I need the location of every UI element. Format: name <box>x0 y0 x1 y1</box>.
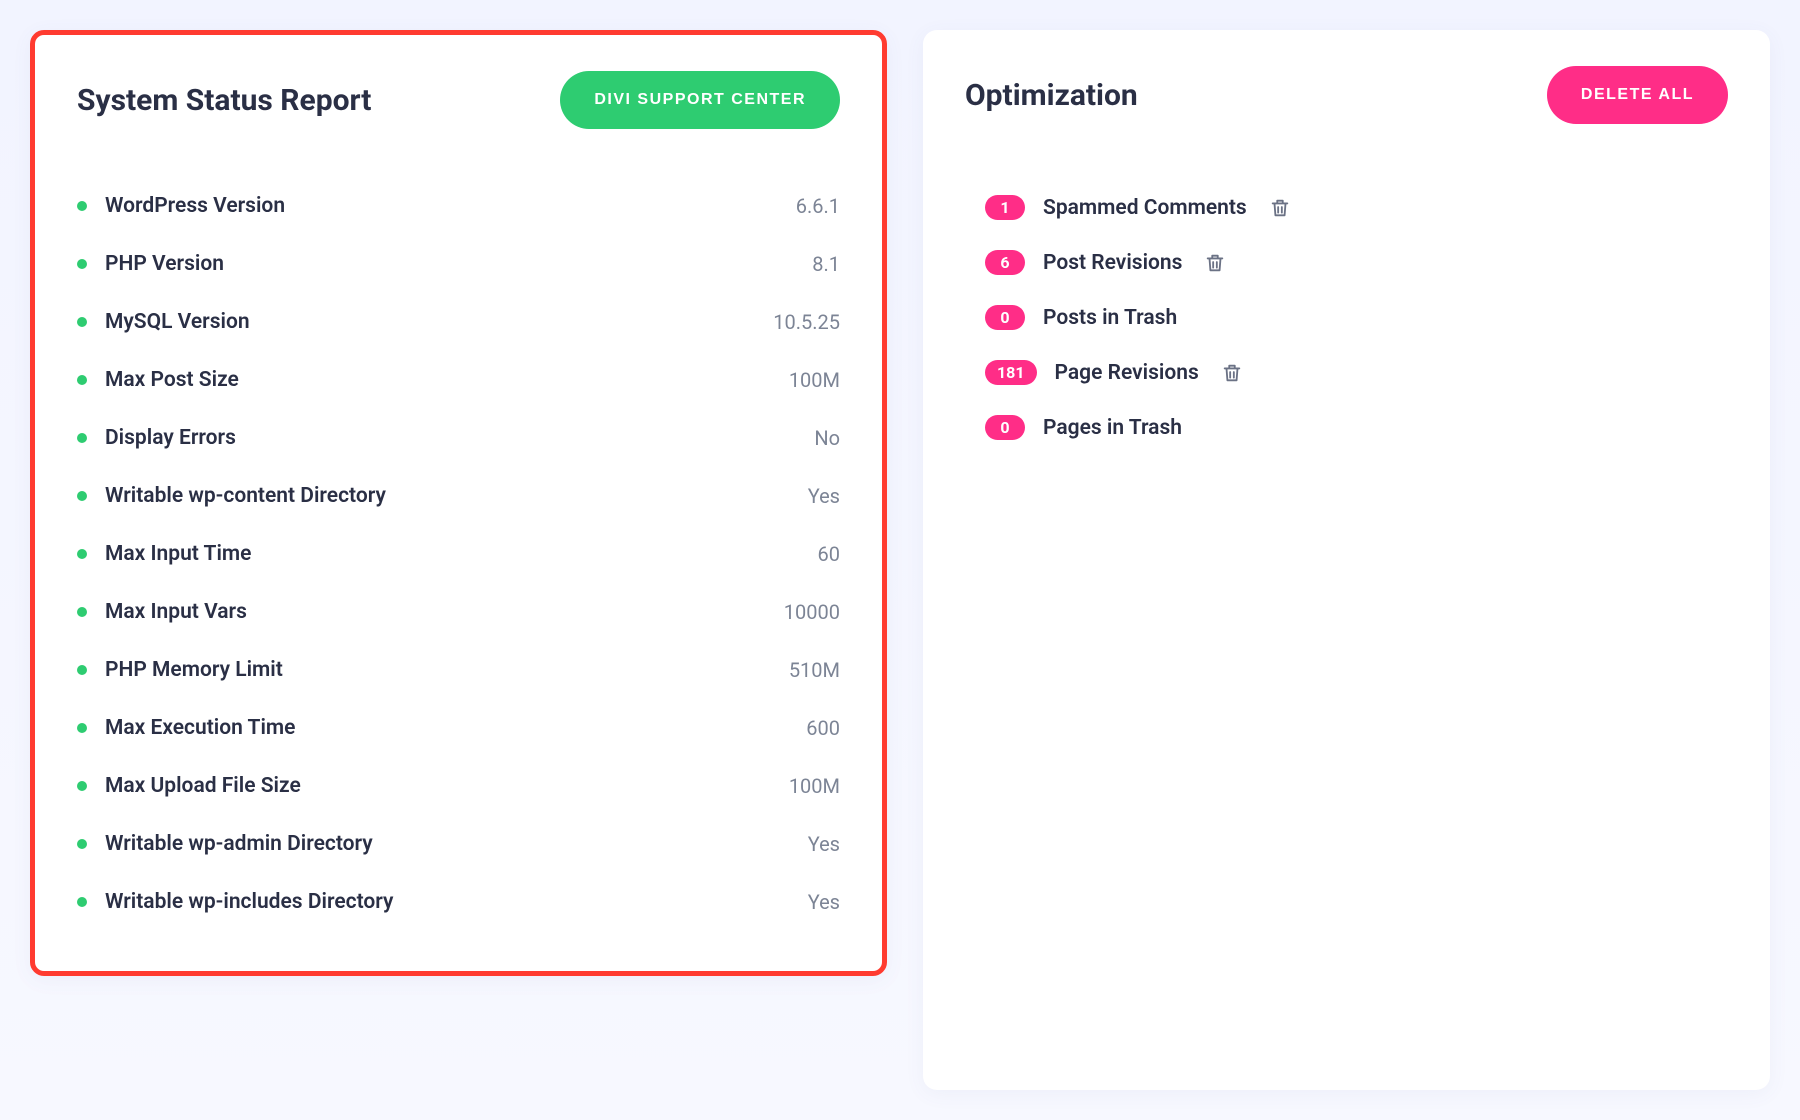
system-status-list: WordPress Version 6.6.1 PHP Version 8.1 … <box>77 177 840 931</box>
status-row: Writable wp-includes Directory Yes <box>77 873 840 931</box>
status-row: Max Post Size 100M <box>77 351 840 409</box>
status-dot-icon <box>77 665 87 675</box>
status-dot-icon <box>77 317 87 327</box>
status-label: Display Errors <box>105 426 236 450</box>
trash-icon[interactable] <box>1221 362 1243 384</box>
status-label: Writable wp-includes Directory <box>105 890 393 914</box>
optimization-row: 0 Posts in Trash <box>965 290 1728 345</box>
optimization-card: Optimization DELETE ALL 1 Spammed Commen… <box>923 30 1770 1090</box>
status-label: Max Post Size <box>105 368 239 392</box>
optimization-title: Optimization <box>965 78 1138 113</box>
status-row: Writable wp-admin Directory Yes <box>77 815 840 873</box>
status-dot-icon <box>77 607 87 617</box>
optimization-label: Pages in Trash <box>1043 416 1182 440</box>
status-row: Max Execution Time 600 <box>77 699 840 757</box>
status-dot-icon <box>77 259 87 269</box>
system-status-title: System Status Report <box>77 83 371 118</box>
status-row: WordPress Version 6.6.1 <box>77 177 840 235</box>
status-value: 60 <box>818 542 840 566</box>
status-dot-icon <box>77 781 87 791</box>
trash-icon[interactable] <box>1269 197 1291 219</box>
status-row: PHP Version 8.1 <box>77 235 840 293</box>
status-label: Max Input Time <box>105 542 251 566</box>
status-value: 10.5.25 <box>773 310 840 334</box>
status-dot-icon <box>77 201 87 211</box>
optimization-label: Post Revisions <box>1043 251 1182 275</box>
status-row: MySQL Version 10.5.25 <box>77 293 840 351</box>
status-value: 100M <box>789 368 840 392</box>
status-dot-icon <box>77 723 87 733</box>
status-row: PHP Memory Limit 510M <box>77 641 840 699</box>
status-value: Yes <box>808 890 840 914</box>
optimization-list: 1 Spammed Comments 6 Post Revisions 0 Po… <box>965 172 1728 455</box>
status-value: Yes <box>808 484 840 508</box>
trash-icon[interactable] <box>1204 252 1226 274</box>
optimization-label: Posts in Trash <box>1043 306 1177 330</box>
optimization-row: 6 Post Revisions <box>965 235 1728 290</box>
status-value: 100M <box>789 774 840 798</box>
delete-all-button[interactable]: DELETE ALL <box>1547 66 1728 124</box>
count-badge: 0 <box>985 415 1025 440</box>
status-label: Max Execution Time <box>105 716 295 740</box>
status-dot-icon <box>77 897 87 907</box>
status-row: Writable wp-content Directory Yes <box>77 467 840 525</box>
status-label: PHP Memory Limit <box>105 658 283 682</box>
status-dot-icon <box>77 491 87 501</box>
status-value: Yes <box>808 832 840 856</box>
status-label: Writable wp-admin Directory <box>105 832 373 856</box>
optimization-row: 181 Page Revisions <box>965 345 1728 400</box>
status-label: Max Upload File Size <box>105 774 301 798</box>
status-row: Max Input Time 60 <box>77 525 840 583</box>
count-badge: 6 <box>985 250 1025 275</box>
optimization-row: 1 Spammed Comments <box>965 180 1728 235</box>
status-label: Writable wp-content Directory <box>105 484 386 508</box>
status-value: 6.6.1 <box>796 194 840 218</box>
status-label: WordPress Version <box>105 194 285 218</box>
optimization-row: 0 Pages in Trash <box>965 400 1728 455</box>
optimization-header: Optimization DELETE ALL <box>965 66 1728 124</box>
status-dot-icon <box>77 375 87 385</box>
optimization-label: Page Revisions <box>1055 361 1199 385</box>
system-status-card: System Status Report DIVI SUPPORT CENTER… <box>30 30 887 976</box>
system-status-header: System Status Report DIVI SUPPORT CENTER <box>77 71 840 129</box>
status-dot-icon <box>77 433 87 443</box>
optimization-label: Spammed Comments <box>1043 196 1247 220</box>
status-label: PHP Version <box>105 252 224 276</box>
status-dot-icon <box>77 549 87 559</box>
status-label: MySQL Version <box>105 310 250 334</box>
status-row: Max Upload File Size 100M <box>77 757 840 815</box>
status-value: 510M <box>789 658 840 682</box>
count-badge: 181 <box>985 360 1037 385</box>
status-row: Max Input Vars 10000 <box>77 583 840 641</box>
status-label: Max Input Vars <box>105 600 247 624</box>
status-value: 8.1 <box>812 252 840 276</box>
status-value: 600 <box>806 716 840 740</box>
status-dot-icon <box>77 839 87 849</box>
count-badge: 0 <box>985 305 1025 330</box>
status-value: 10000 <box>784 600 840 624</box>
status-value: No <box>814 426 840 450</box>
status-row: Display Errors No <box>77 409 840 467</box>
count-badge: 1 <box>985 195 1025 220</box>
divi-support-center-button[interactable]: DIVI SUPPORT CENTER <box>560 71 840 129</box>
